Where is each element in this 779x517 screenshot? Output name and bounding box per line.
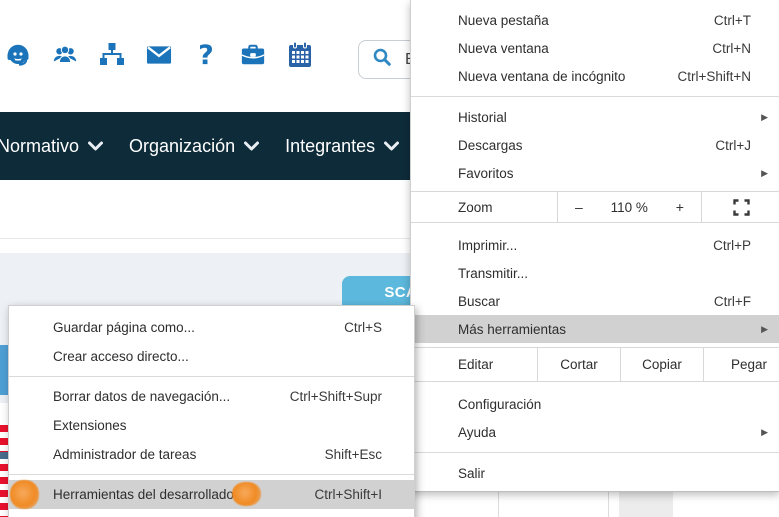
shortcut: Ctrl+T [713, 12, 751, 28]
people-group-icon[interactable] [52, 40, 78, 70]
shortcut: Ctrl+N [712, 40, 751, 56]
menu-separator [9, 376, 414, 377]
menu-item-print[interactable]: Imprimir... Ctrl+P [411, 231, 779, 259]
menu-item-exit[interactable]: Salir [411, 459, 779, 487]
menu-item-bookmarks[interactable]: Favoritos ▶ [411, 159, 779, 187]
menu-item-find[interactable]: Buscar Ctrl+F [411, 287, 779, 315]
submenu-item-save-page[interactable]: Guardar página como... Ctrl+S [9, 313, 414, 342]
submenu-arrow-icon: ▶ [761, 111, 768, 122]
support-agent-icon[interactable] [5, 40, 31, 70]
menu-item-new-incognito[interactable]: Nueva ventana de incógnito Ctrl+Shift+N [411, 62, 779, 90]
fullscreen-icon [732, 198, 750, 216]
zoom-value: 110 % [610, 199, 648, 215]
menu-separator [411, 96, 779, 97]
shortcut: Ctrl+Shift+N [677, 68, 751, 84]
submenu-arrow-icon: ▶ [761, 167, 768, 178]
calendar-icon[interactable] [287, 40, 313, 70]
shortcut: Ctrl+J [715, 137, 751, 153]
briefcase-icon[interactable] [240, 40, 266, 70]
edit-label: Editar [458, 357, 494, 372]
menu-item-new-tab[interactable]: Nueva pestaña Ctrl+T [411, 6, 779, 34]
paste-button[interactable]: Pegar [703, 348, 779, 381]
shortcut: Ctrl+F [713, 293, 751, 309]
shortcut: Ctrl+Shift+I [314, 487, 382, 502]
submenu-item-extensions[interactable]: Extensiones [9, 411, 414, 440]
nav-item-organizacion[interactable]: Organización [129, 136, 260, 157]
menu-item-new-window[interactable]: Nueva ventana Ctrl+N [411, 34, 779, 62]
menu-item-settings[interactable]: Configuración [411, 390, 779, 418]
chevron-down-icon [384, 141, 400, 151]
table-fragment [411, 491, 779, 517]
edit-row: Editar Cortar Copiar Pegar [411, 347, 779, 381]
menu-separator [411, 452, 779, 453]
nav-item-integrantes[interactable]: Integrantes [285, 136, 400, 157]
page-toolbar: ? [5, 40, 334, 71]
submenu-item-task-manager[interactable]: Administrador de tareas Shift+Esc [9, 440, 414, 469]
chevron-down-icon [88, 141, 104, 151]
zoom-in-button[interactable]: + [676, 199, 684, 215]
shortcut: Ctrl+P [713, 237, 751, 253]
menu-item-history[interactable]: Historial ▶ [411, 103, 779, 131]
shortcut: Ctrl+S [344, 320, 382, 335]
orange-marker-icon [232, 482, 261, 506]
cut-button[interactable]: Cortar [537, 348, 620, 381]
shortcut: Ctrl+Shift+Supr [289, 389, 382, 404]
chevron-down-icon [244, 141, 260, 151]
more-tools-submenu: Guardar página como... Ctrl+S Crear acce… [8, 305, 415, 517]
chrome-menu: Nueva pestaña Ctrl+T Nueva ventana Ctrl+… [410, 0, 779, 492]
org-chart-icon[interactable] [99, 40, 125, 70]
mail-icon[interactable] [146, 40, 172, 70]
help-question-icon[interactable]: ? [193, 40, 219, 71]
menu-item-more-tools[interactable]: Más herramientas ▶ [411, 315, 779, 343]
zoom-out-button[interactable]: – [575, 199, 583, 215]
orange-marker-icon [10, 480, 39, 509]
screen: ? E Normativo Organización Integrantes S… [0, 0, 779, 517]
menu-separator [9, 474, 414, 475]
submenu-item-developer-tools[interactable]: Herramientas del desarrollador Ctrl+Shif… [9, 480, 414, 509]
submenu-arrow-icon: ▶ [761, 426, 768, 437]
shortcut: Shift+Esc [324, 447, 382, 462]
zoom-label: Zoom [458, 199, 493, 215]
menu-item-downloads[interactable]: Descargas Ctrl+J [411, 131, 779, 159]
fullscreen-button[interactable] [702, 192, 779, 222]
flag-image [0, 345, 8, 517]
copy-button[interactable]: Copiar [620, 348, 703, 381]
search-icon [372, 47, 392, 72]
submenu-arrow-icon: ▶ [761, 323, 768, 334]
zoom-row: Zoom – 110 % + [411, 191, 779, 223]
nav-item-normativo[interactable]: Normativo [0, 136, 104, 157]
menu-item-cast[interactable]: Transmitir... [411, 259, 779, 287]
submenu-item-clear-browsing-data[interactable]: Borrar datos de navegación... Ctrl+Shift… [9, 382, 414, 411]
menu-item-help[interactable]: Ayuda ▶ [411, 418, 779, 446]
submenu-item-create-shortcut[interactable]: Crear acceso directo... [9, 342, 414, 371]
